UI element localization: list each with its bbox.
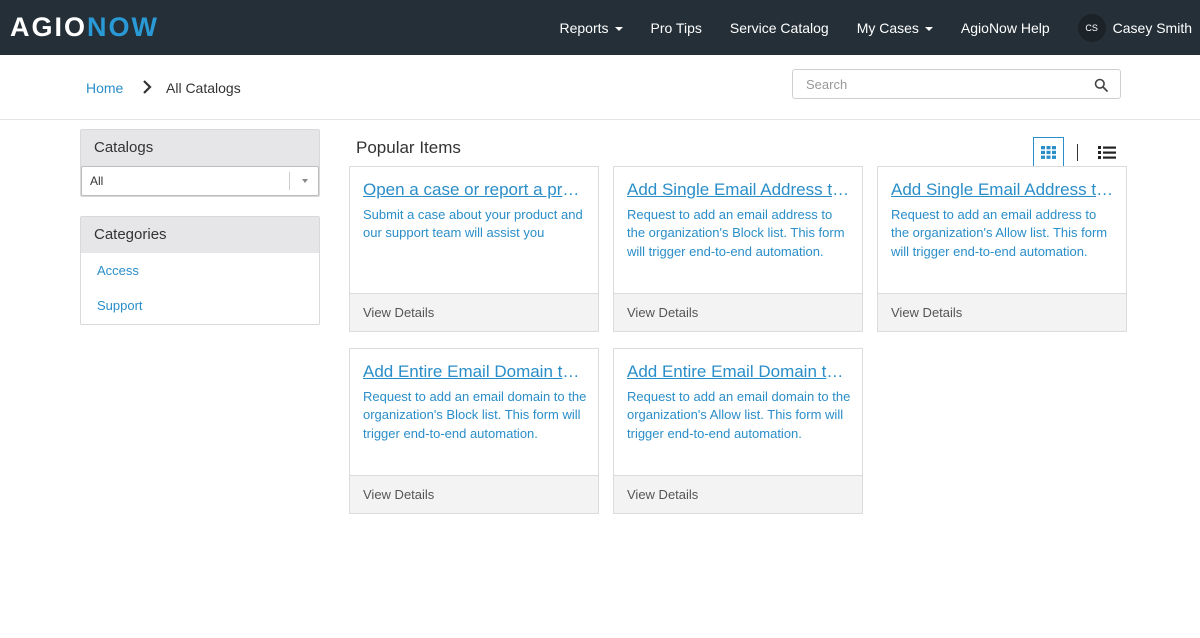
chevron-down-icon [302,179,308,183]
card-title-link[interactable]: Add Entire Email Domain to Allow List [627,362,851,382]
grid-view-icon [1041,145,1056,159]
logo-text-accent: NOW [87,12,159,42]
breadcrumb-home-link[interactable]: Home [86,80,123,96]
catalog-card: Add Entire Email Domain to Allow List Re… [613,348,863,514]
card-description: Request to add an email domain to the or… [363,389,587,441]
chevron-down-icon [924,26,933,31]
select-divider [289,172,290,190]
card-title-link[interactable]: Open a case or report a problem [363,180,587,200]
view-details-button[interactable]: View Details [614,293,862,331]
category-support-link[interactable]: Support [97,298,143,313]
top-navbar: AGIONOW Reports Pro Tips Service Catalog… [0,0,1200,55]
main-nav: Reports Pro Tips Service Catalog My Case… [559,0,1200,55]
search-icon[interactable] [1094,78,1108,92]
catalog-card: Add Single Email Address to Allow List R… [877,166,1127,332]
catalog-card: Add Entire Email Domain to Block List Re… [349,348,599,514]
nav-service-catalog[interactable]: Service Catalog [730,20,829,36]
user-name: Casey Smith [1112,19,1192,36]
catalog-card: Add Single Email Address to Block List R… [613,166,863,332]
nav-pro-tips[interactable]: Pro Tips [651,20,702,36]
catalogs-heading: Catalogs [81,130,319,166]
card-title-link[interactable]: Add Single Email Address to Allow List [891,180,1115,200]
view-details-button[interactable]: View Details [614,475,862,513]
chevron-right-icon [143,80,152,94]
card-description: Request to add an email domain to the or… [627,389,851,441]
categories-heading: Categories [81,217,319,253]
search-input[interactable] [793,70,1083,98]
categories-panel: Categories Access Support [80,216,320,325]
card-title-link[interactable]: Add Entire Email Domain to Block List [363,362,587,382]
breadcrumb-bar: Home All Catalogs [0,55,1200,120]
nav-pro-tips-label: Pro Tips [650,19,702,36]
category-access-link[interactable]: Access [97,263,139,278]
user-menu[interactable]: CS Casey Smith [1077,13,1192,42]
agionow-logo[interactable]: AGIONOW [10,12,159,42]
nav-service-catalog-label: Service Catalog [729,19,829,36]
view-toggle-divider [1077,144,1078,161]
card-description: Submit a case about your product and our… [363,207,583,241]
chevron-down-icon [614,26,623,31]
view-details-button[interactable]: View Details [350,293,598,331]
nav-my-cases[interactable]: My Cases [857,20,933,36]
page-title: Popular Items [356,138,461,157]
nav-my-cases-label: My Cases [856,19,919,36]
list-view-icon[interactable] [1098,145,1116,160]
view-details-button[interactable]: View Details [878,293,1126,331]
breadcrumb-current: All Catalogs [166,80,241,96]
catalog-select-value: All [90,174,104,188]
search-box [792,69,1121,99]
nav-agionow-help[interactable]: AgioNow Help [961,20,1050,36]
grid-view-button[interactable] [1033,137,1064,167]
avatar: CS [1077,13,1106,42]
nav-reports[interactable]: Reports [559,19,623,36]
nav-reports-label: Reports [559,19,609,36]
catalogs-panel: Catalogs All [80,129,320,197]
logo-text-primary: AGIO [10,12,88,42]
card-description: Request to add an email address to the o… [891,207,1108,259]
catalog-select[interactable]: All [81,166,319,196]
card-description: Request to add an email address to the o… [627,207,845,259]
catalog-card: Open a case or report a problem Submit a… [349,166,599,332]
nav-agionow-help-label: AgioNow Help [960,19,1050,36]
view-details-button[interactable]: View Details [350,475,598,513]
card-title-link[interactable]: Add Single Email Address to Block List [627,180,851,200]
